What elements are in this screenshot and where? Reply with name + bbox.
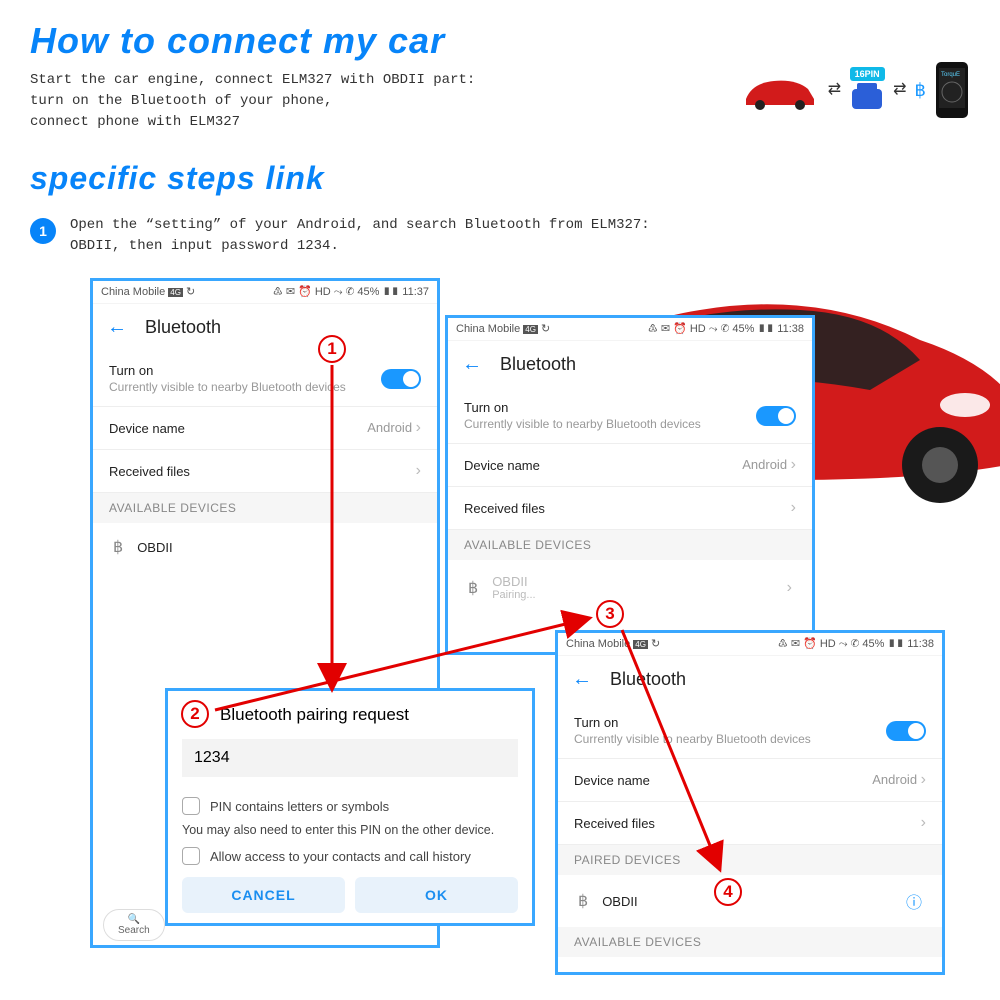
bluetooth-icon: ฿ — [113, 537, 123, 557]
turn-on-row[interactable]: Turn onCurrently visible to nearby Bluet… — [448, 388, 812, 444]
obd-adapter-icon — [849, 83, 885, 113]
device-row-obdii[interactable]: ฿OBDII — [93, 523, 437, 571]
status-bar: China Mobile 4G ↻ ♳ ✉ ⏰ HD ⤳ ✆ 45% ▮▮ 11… — [558, 633, 942, 656]
search-button[interactable]: 🔍 Search — [103, 909, 165, 941]
checkbox-icon — [182, 797, 200, 815]
bidir-arrow-icon: ⇄ — [893, 86, 906, 94]
screenshot-3: China Mobile 4G ↻ ♳ ✉ ⏰ HD ⤳ ✆ 45% ▮▮ 11… — [555, 630, 945, 975]
phone-icon: TorquE — [934, 60, 970, 120]
turn-on-row[interactable]: Turn on Currently visible to nearby Blue… — [93, 351, 437, 407]
svg-text:TorquE: TorquE — [941, 72, 960, 78]
back-arrow-icon[interactable]: ← — [462, 353, 482, 376]
info-icon[interactable]: ⓘ — [906, 889, 922, 913]
received-files-row[interactable]: Received files› — [448, 487, 812, 530]
bluetooth-icon: ฿ — [915, 80, 926, 101]
screenshot-2: China Mobile 4G ↻ ♳ ✉ ⏰ HD ⤳ ✆ 45% ▮▮ 11… — [445, 315, 815, 655]
available-devices-label: AVAILABLE DEVICES — [93, 493, 437, 523]
step-text: Open the “setting” of your Android, and … — [70, 215, 650, 257]
annotation-circle-2: 2 — [181, 700, 209, 728]
back-arrow-icon[interactable]: ← — [572, 668, 592, 691]
bluetooth-icon: ฿ — [468, 578, 478, 598]
step-bullet: 1 — [30, 218, 56, 244]
pin-label: 16PIN — [850, 67, 885, 81]
screen-header: ← Bluetooth — [448, 341, 812, 388]
turn-on-row[interactable]: Turn onCurrently visible to nearby Bluet… — [558, 703, 942, 759]
dialog-hint: You may also need to enter this PIN on t… — [182, 823, 518, 837]
paired-devices-label: PAIRED DEVICES — [558, 845, 942, 875]
device-name-row[interactable]: Device name Android › — [448, 444, 812, 487]
main-title: How to connect my car — [30, 20, 445, 62]
chevron-right-icon: › — [787, 579, 792, 597]
annotation-circle-3: 3 — [596, 600, 624, 628]
available-devices-label: AVAILABLE DEVICES — [558, 927, 942, 957]
bluetooth-toggle[interactable] — [886, 721, 926, 741]
pairing-dialog: Bluetooth pairing request PIN contains l… — [165, 688, 535, 926]
device-row-obdii-paired[interactable]: ฿OBDII ⓘ — [558, 875, 942, 927]
screen-header: ← Bluetooth — [93, 304, 437, 351]
checkbox-pin-letters[interactable]: PIN contains letters or symbols — [182, 797, 518, 815]
device-name-row[interactable]: Device name Android › — [93, 407, 437, 450]
annotation-circle-4: 4 — [714, 878, 742, 906]
back-arrow-icon[interactable]: ← — [107, 316, 127, 339]
dialog-title: Bluetooth pairing request — [220, 705, 518, 725]
screen-title: Bluetooth — [145, 317, 221, 338]
intro-text: Start the car engine, connect ELM327 wit… — [30, 70, 475, 133]
checkbox-allow-access[interactable]: Allow access to your contacts and call h… — [182, 847, 518, 865]
bluetooth-icon: ฿ — [578, 891, 588, 911]
device-row-obdii-pairing[interactable]: ฿ OBDIIPairing... › — [448, 560, 812, 615]
checkbox-icon — [182, 847, 200, 865]
cancel-button[interactable]: CANCEL — [182, 877, 345, 913]
screen-header: ← Bluetooth — [558, 656, 942, 703]
connection-diagram: ⇄ 16PIN ⇄ ฿ TorquE — [740, 60, 970, 120]
device-name-row[interactable]: Device name Android › — [558, 759, 942, 802]
bluetooth-toggle[interactable] — [381, 369, 421, 389]
status-bar: China Mobile 4G ↻ ♳ ✉ ⏰ HD ⤳ ✆ 45% ▮▮ 11… — [93, 281, 437, 304]
pin-input[interactable] — [182, 739, 518, 777]
available-devices-label: AVAILABLE DEVICES — [448, 530, 812, 560]
annotation-circle-1: 1 — [318, 335, 346, 363]
ok-button[interactable]: OK — [355, 877, 518, 913]
section-title: specific steps link — [30, 160, 325, 197]
received-files-row[interactable]: Received files › — [93, 450, 437, 493]
car-icon — [740, 69, 820, 111]
received-files-row[interactable]: Received files› — [558, 802, 942, 845]
search-icon: 🔍 — [128, 914, 140, 925]
chevron-right-icon: › — [416, 419, 421, 436]
bluetooth-toggle[interactable] — [756, 406, 796, 426]
bidir-arrow-icon: ⇄ — [828, 86, 841, 94]
chevron-right-icon: › — [416, 462, 421, 480]
status-bar: China Mobile 4G ↻ ♳ ✉ ⏰ HD ⤳ ✆ 45% ▮▮ 11… — [448, 318, 812, 341]
